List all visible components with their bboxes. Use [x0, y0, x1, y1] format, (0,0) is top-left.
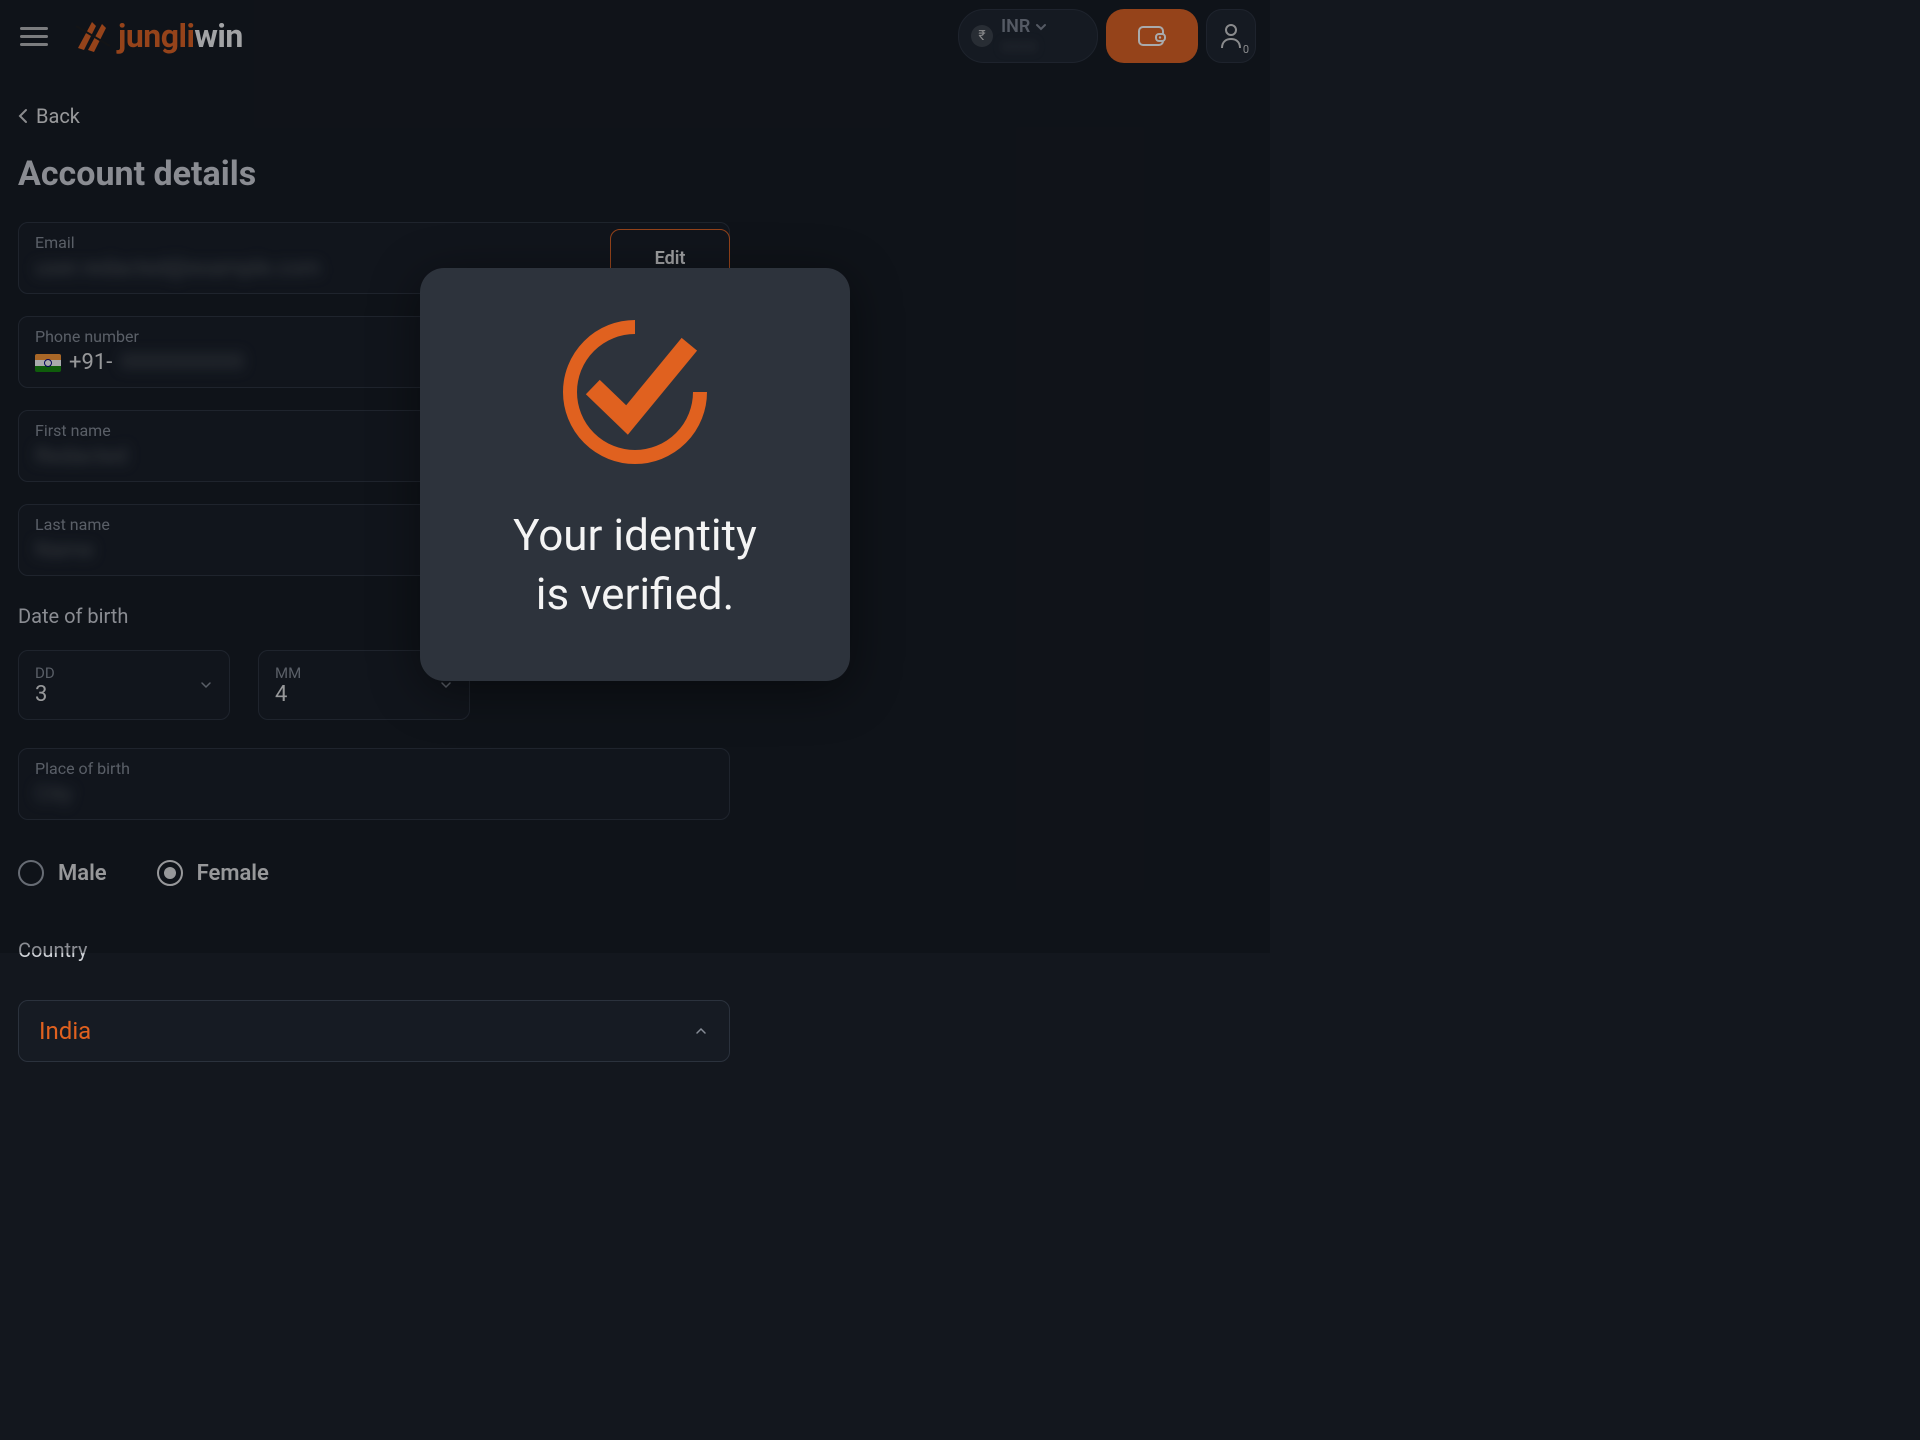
dob-mm-value: 4	[275, 682, 453, 707]
place-value: City	[35, 782, 713, 807]
account-button[interactable]: 0	[1206, 9, 1256, 63]
place-field[interactable]: Place of birth City	[18, 748, 730, 820]
dob-day-select[interactable]: DD 3	[18, 650, 230, 720]
wallet-button[interactable]	[1106, 9, 1198, 63]
india-flag-icon	[35, 354, 61, 372]
brand-logo[interactable]: jungliwin	[72, 16, 243, 56]
chevron-up-icon	[693, 1023, 709, 1039]
dob-dd-label: DD	[35, 664, 213, 682]
page-title: Account details	[18, 154, 1252, 194]
radio-checked-icon	[157, 860, 183, 886]
wallet-icon	[1138, 24, 1166, 48]
logo-text: jungliwin	[118, 17, 243, 55]
identity-verified-modal: Your identity is verified.	[420, 268, 850, 681]
user-icon	[1220, 23, 1242, 49]
dob-dd-value: 3	[35, 682, 213, 707]
modal-line2: is verified.	[513, 565, 757, 624]
chevron-down-icon	[1034, 20, 1048, 34]
currency-code: INR	[1001, 16, 1030, 37]
back-label: Back	[36, 104, 80, 128]
menu-button[interactable]	[14, 21, 54, 52]
checkmark-circle-icon	[555, 312, 715, 472]
place-label: Place of birth	[35, 759, 713, 778]
country-select[interactable]: India	[18, 1000, 730, 1062]
country-value: India	[39, 1017, 91, 1045]
gender-male-label: Male	[58, 861, 107, 886]
modal-line1: Your identity	[513, 506, 757, 565]
gender-female-label: Female	[197, 861, 269, 886]
balance-amount: 0000	[1001, 37, 1048, 56]
phone-value: 0000000000	[120, 350, 244, 375]
notification-count: 0	[1243, 43, 1249, 56]
currency-selector[interactable]: ₹ INR 0000	[958, 9, 1098, 63]
logo-icon	[72, 16, 112, 56]
phone-prefix: +91-	[69, 350, 112, 375]
radio-icon	[18, 860, 44, 886]
country-section-label: Country	[18, 938, 730, 962]
gender-male-radio[interactable]: Male	[18, 860, 107, 886]
chevron-down-icon	[199, 678, 213, 692]
chevron-left-icon	[18, 108, 28, 124]
rupee-icon: ₹	[971, 25, 993, 47]
gender-female-radio[interactable]: Female	[157, 860, 269, 886]
back-button[interactable]: Back	[18, 104, 1252, 128]
